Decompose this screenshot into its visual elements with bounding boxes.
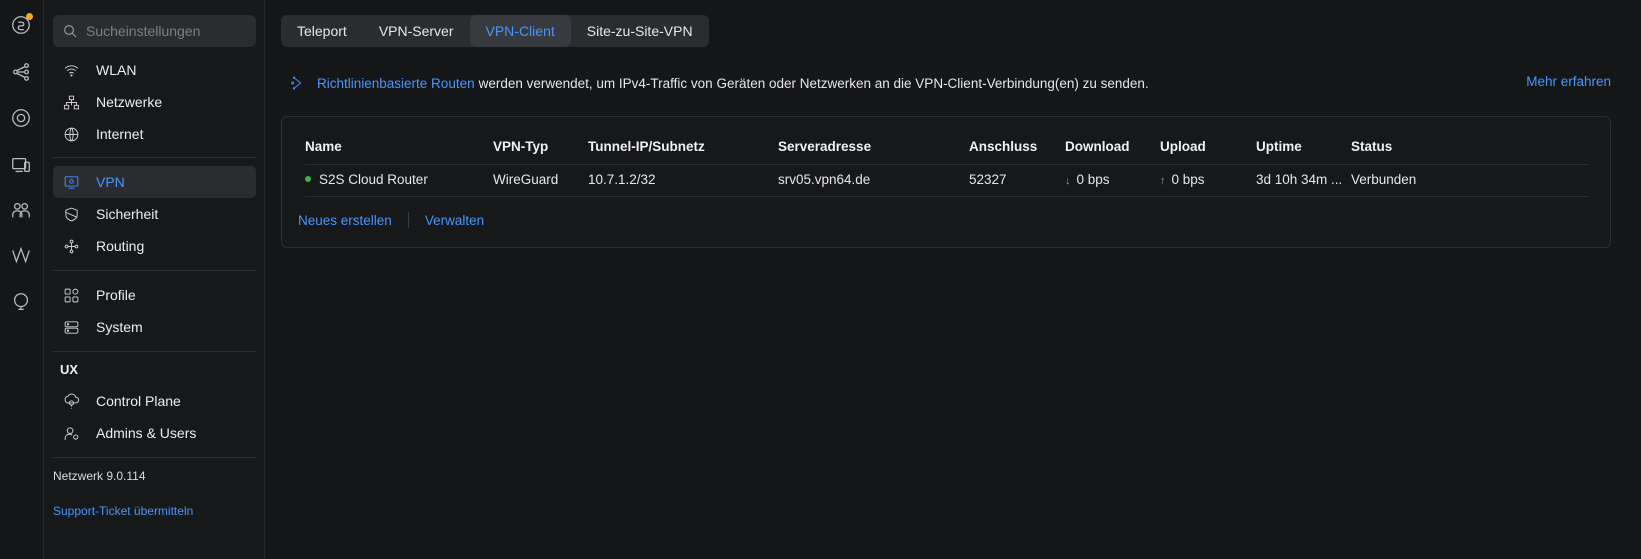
connection-name: S2S Cloud Router: [319, 172, 428, 187]
clients-icon[interactable]: [9, 198, 33, 222]
sidebar-item-label: System: [96, 319, 143, 335]
section-title-ux: UX: [60, 362, 79, 377]
search-input[interactable]: [86, 23, 246, 39]
sidebar-item-label: WLAN: [96, 62, 137, 78]
sidebar-item-label: Admins & Users: [96, 425, 197, 441]
info-text: werden verwendet, um IPv4-Traffic von Ge…: [478, 75, 1149, 91]
shield-icon: [62, 205, 80, 223]
vpn-client-table: Name VPN-Typ Tunnel-IP/Subnetz Serveradr…: [281, 116, 1611, 248]
sidebar-item-vpn[interactable]: VPN: [53, 166, 256, 198]
devices-icon[interactable]: [9, 106, 33, 130]
status-dot: [305, 176, 311, 183]
table-cell-status: Verbunden: [1351, 172, 1417, 187]
tab-site-to-site-vpn[interactable]: Site-zu-Site-VPN: [571, 15, 709, 47]
tab-teleport[interactable]: Teleport: [281, 15, 363, 47]
sidebar-item-control-plane[interactable]: Control Plane: [53, 385, 256, 417]
sidebar-item-profile[interactable]: Profile: [53, 279, 256, 311]
system-icon: [62, 318, 80, 336]
create-new-link[interactable]: Neues erstellen: [298, 213, 392, 228]
manage-link[interactable]: Verwalten: [425, 213, 484, 228]
column-header-port[interactable]: Anschluss: [969, 139, 1037, 154]
column-header-server[interactable]: Serveradresse: [778, 139, 871, 154]
header-divider: [305, 164, 1588, 165]
search-box[interactable]: [53, 15, 256, 47]
network-icon: [62, 93, 80, 111]
device-list-icon[interactable]: [9, 153, 33, 177]
sidebar-item-system[interactable]: System: [53, 311, 256, 343]
upload-arrow-icon: ↑: [1160, 175, 1166, 187]
vpn-icon: [62, 173, 80, 191]
sidebar-item-internet[interactable]: Internet: [53, 118, 256, 150]
settings-sidebar: WLAN Netzwerke Internet VPN Sicherheit R…: [44, 0, 265, 559]
sidebar-item-routing[interactable]: Routing: [53, 230, 256, 262]
sidebar-divider: [53, 157, 256, 158]
table-cell-download: ↓ 0 bps: [1065, 172, 1110, 187]
search-icon: [64, 25, 77, 38]
sidebar-divider: [53, 457, 256, 458]
vpn-tabs: Teleport VPN-Server VPN-Client Site-zu-S…: [281, 15, 709, 47]
dashboard-icon[interactable]: [9, 13, 33, 37]
sidebar-item-wlan[interactable]: WLAN: [53, 54, 256, 86]
table-cell-upload: ↑ 0 bps: [1160, 172, 1205, 187]
notification-dot: [26, 13, 33, 20]
table-cell-vpn-type: WireGuard: [493, 172, 559, 187]
column-header-status[interactable]: Status: [1351, 139, 1392, 154]
table-cell-uptime: 3d 10h 34m ...: [1256, 172, 1343, 187]
sidebar-divider: [53, 270, 256, 271]
table-actions: Neues erstellen Verwalten: [298, 212, 484, 228]
upload-value: 0 bps: [1171, 172, 1205, 187]
integrations-icon[interactable]: [9, 290, 33, 314]
globe-icon: [62, 125, 80, 143]
sidebar-divider: [53, 351, 256, 352]
insights-icon[interactable]: [9, 244, 33, 268]
row-divider: [305, 196, 1588, 197]
routing-icon: [62, 237, 80, 255]
profiles-icon: [62, 286, 80, 304]
column-header-tunnel-ip[interactable]: Tunnel-IP/Subnetz: [588, 139, 705, 154]
admins-icon: [62, 424, 80, 442]
info-banner: Richtlinienbasierte Routen werden verwen…: [290, 73, 1610, 93]
version-label: Netzwerk 9.0.114: [53, 469, 146, 483]
column-header-upload[interactable]: Upload: [1160, 139, 1206, 154]
column-header-name[interactable]: Name: [305, 139, 342, 154]
table-cell-tunnel-ip: 10.7.1.2/32: [588, 172, 656, 187]
sidebar-item-label: Internet: [96, 126, 144, 142]
table-row-name[interactable]: S2S Cloud Router: [305, 172, 428, 187]
sidebar-item-label: Control Plane: [96, 393, 181, 409]
column-header-download[interactable]: Download: [1065, 139, 1130, 154]
wifi-icon: [62, 61, 80, 79]
tab-vpn-server[interactable]: VPN-Server: [363, 15, 470, 47]
column-header-vpn-type[interactable]: VPN-Typ: [493, 139, 548, 154]
table-cell-server: srv05.vpn64.de: [778, 172, 871, 187]
sidebar-item-sicherheit[interactable]: Sicherheit: [53, 198, 256, 230]
action-separator: [407, 212, 409, 228]
table-cell-port: 52327: [969, 172, 1007, 187]
download-value: 0 bps: [1076, 172, 1110, 187]
icon-rail: [0, 0, 44, 559]
sidebar-item-label: Profile: [96, 287, 136, 303]
sidebar-item-netzwerke[interactable]: Netzwerke: [53, 86, 256, 118]
download-arrow-icon: ↓: [1065, 175, 1071, 187]
column-header-uptime[interactable]: Uptime: [1256, 139, 1302, 154]
sidebar-item-label: Routing: [96, 238, 145, 254]
tab-vpn-client[interactable]: VPN-Client: [469, 15, 571, 47]
sidebar-item-admins-users[interactable]: Admins & Users: [53, 417, 256, 449]
policy-routes-link[interactable]: Richtlinienbasierte Routen: [317, 76, 475, 91]
topology-icon[interactable]: [9, 60, 33, 84]
sidebar-item-label: Sicherheit: [96, 206, 159, 222]
route-icon: [291, 76, 302, 90]
sidebar-item-label: Netzwerke: [96, 94, 163, 110]
control-plane-icon: [62, 392, 80, 410]
learn-more-link[interactable]: Mehr erfahren: [1526, 74, 1611, 89]
sidebar-item-label: VPN: [96, 174, 125, 190]
support-ticket-link[interactable]: Support-Ticket übermitteln: [53, 504, 193, 518]
